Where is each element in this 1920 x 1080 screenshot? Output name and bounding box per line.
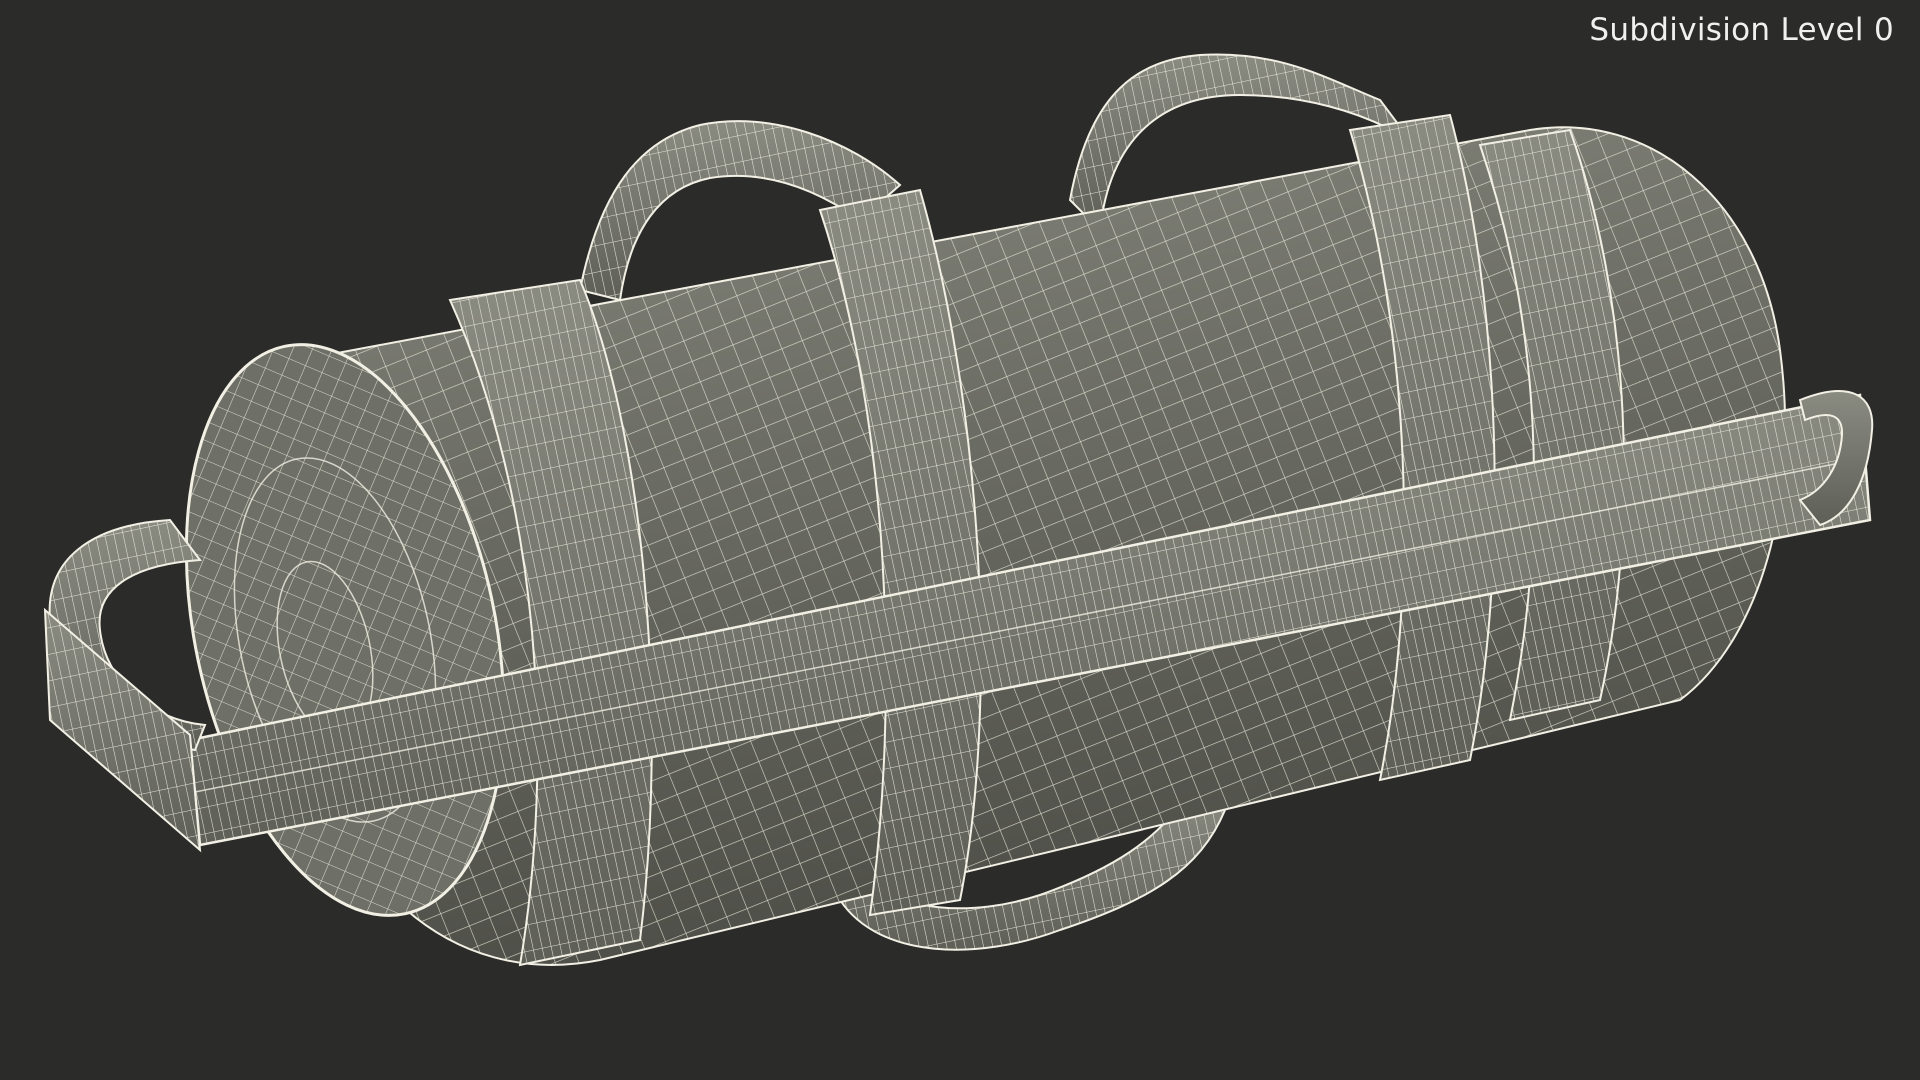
sandbag-wireframe-model[interactable] bbox=[0, 0, 1920, 1080]
end-side-handle bbox=[43, 518, 207, 853]
subdivision-level-label: Subdivision Level 0 bbox=[1589, 12, 1894, 48]
3d-viewport[interactable]: Subdivision Level 0 bbox=[0, 0, 1920, 1080]
